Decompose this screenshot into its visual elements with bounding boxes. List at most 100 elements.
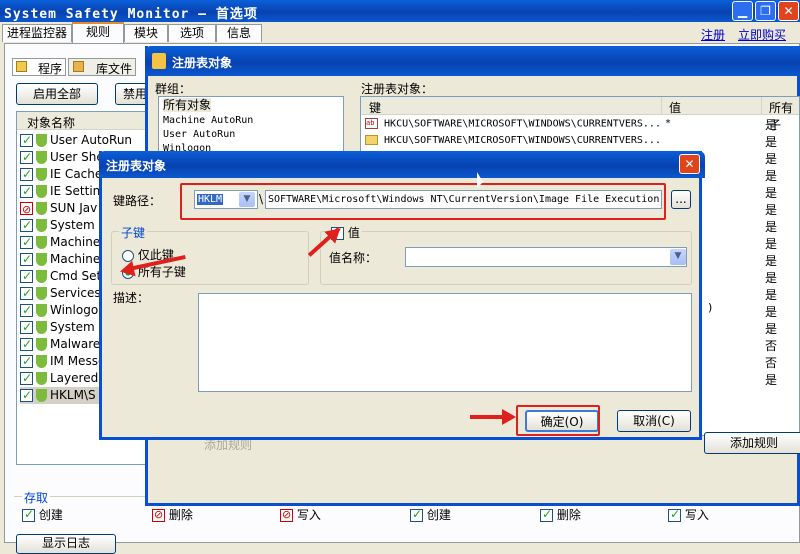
all-subkeys-cell: 是	[765, 237, 778, 251]
list-item-label: Machine	[50, 235, 101, 249]
all-subkeys-cell: 是	[765, 169, 778, 183]
browse-button[interactable]: ...	[671, 190, 691, 209]
value-name-select[interactable]: ▼	[405, 247, 687, 267]
access-right-option[interactable]: 创建	[410, 506, 451, 523]
checkbox-checked-icon[interactable]	[20, 336, 33, 353]
all-subkeys-cell: 是	[765, 373, 778, 387]
shield-icon	[36, 304, 47, 317]
shield-icon	[36, 389, 47, 402]
all-subkeys-cell: 否	[765, 356, 778, 370]
checkbox-checked-icon[interactable]	[20, 251, 33, 268]
all-subkeys-column: 是是是是是是是是是是是是是否否是	[765, 117, 795, 389]
checkbox-checked-icon[interactable]	[20, 370, 33, 387]
subtab-programs[interactable]: 程序	[12, 58, 66, 76]
blocked-icon[interactable]	[20, 201, 33, 217]
string-value-icon: ab	[365, 118, 378, 129]
group-item[interactable]: User AutoRun	[163, 128, 339, 142]
shield-icon	[36, 236, 47, 249]
checkbox-checked-icon[interactable]	[20, 285, 33, 302]
shield-icon	[36, 168, 47, 181]
description-label: 描述：	[113, 291, 150, 305]
checkbox-checked-icon	[668, 507, 681, 522]
tab-info[interactable]: 信息	[216, 24, 262, 42]
red-arrowhead-icon	[118, 260, 136, 280]
close-icon[interactable]: ✕	[778, 1, 799, 21]
column-value[interactable]: 值	[669, 99, 681, 116]
checkbox-checked-icon	[22, 507, 35, 522]
column-divider	[761, 97, 762, 115]
shield-icon	[36, 151, 47, 164]
list-item-label: Services	[50, 286, 101, 300]
main-window-title: System Safety Monitor — 首选项	[4, 7, 258, 22]
add-rule-button[interactable]: 添加规则	[704, 432, 800, 454]
buy-now-link[interactable]: 立即购买	[738, 26, 786, 43]
checkbox-checked-icon[interactable]	[20, 217, 33, 234]
red-arrow-icon	[470, 415, 506, 419]
checkbox-checked-icon	[410, 507, 423, 522]
objects-header: 键 值 所有子	[361, 97, 799, 132]
checkbox-checked-icon[interactable]	[20, 166, 33, 183]
checkbox-checked-icon[interactable]	[20, 132, 33, 149]
maximize-icon[interactable]: ❐	[755, 1, 776, 21]
checkbox-checked-icon[interactable]	[20, 319, 33, 336]
shield-icon	[36, 202, 47, 215]
subtab-programs-label: 程序	[38, 62, 63, 76]
group-item-all[interactable]: 所有对象	[163, 98, 212, 112]
register-link[interactable]: 注册	[701, 26, 725, 43]
column-key[interactable]: 键	[369, 99, 381, 116]
access-right-option[interactable]: 删除	[540, 506, 581, 523]
all-subkeys-cell: 是	[765, 203, 778, 217]
value-name-label: 值名称：	[329, 251, 378, 265]
group-label: 群组：	[155, 82, 192, 96]
table-row[interactable]: ab HKCU\SOFTWARE\MICROSOFT\WINDOWS\CURRE…	[365, 118, 795, 130]
table-row[interactable]: HKCU\SOFTWARE\MICROSOFT\WINDOWS\CURRENTV…	[365, 135, 795, 146]
all-subkeys-cell: 是	[765, 322, 778, 336]
tab-rules[interactable]: 规则	[72, 22, 124, 43]
enable-all-button[interactable]: 启用全部	[16, 83, 98, 105]
value-group: 值 值名称： ▼	[320, 224, 692, 285]
highlight-box-ok	[516, 405, 600, 436]
shield-icon	[36, 185, 47, 198]
list-item-label: Cmd Sett	[50, 269, 106, 283]
access-left-option[interactable]: 删除	[152, 506, 193, 523]
checkbox-checked-icon[interactable]	[20, 149, 33, 166]
list-item-label: SUN Jav	[50, 201, 98, 215]
all-subkeys-cell: 是	[765, 220, 778, 234]
checkbox-checked-icon[interactable]	[20, 353, 33, 370]
red-arrowhead-icon	[502, 409, 516, 425]
blocked-icon	[280, 508, 293, 522]
checkbox-checked-icon[interactable]	[20, 268, 33, 285]
all-subkeys-cell: 否	[765, 339, 778, 353]
access-option-label: 写入	[296, 508, 321, 522]
shield-icon	[36, 287, 47, 300]
list-item-label: IM Messe	[50, 354, 106, 368]
subtab-libraries[interactable]: 库文件	[68, 58, 136, 76]
list-item[interactable]: User AutoRun	[20, 132, 146, 149]
checkbox-checked-icon[interactable]	[20, 387, 33, 404]
group-item[interactable]: Machine AutoRun	[163, 114, 339, 128]
access-left-option[interactable]: 写入	[280, 506, 321, 523]
access-left-option[interactable]: 创建	[22, 506, 63, 523]
cancel-button[interactable]: 取消(C)	[617, 410, 691, 432]
dialog-close-icon[interactable]: ✕	[679, 154, 700, 174]
minimize-icon[interactable]: ▁	[732, 1, 753, 21]
list-item-label: Winlogon	[50, 303, 106, 317]
dialog-title: 注册表对象	[106, 159, 167, 173]
shield-icon	[36, 372, 47, 385]
description-textarea[interactable]	[198, 293, 692, 392]
checkbox-checked-icon[interactable]	[20, 234, 33, 251]
access-right-option[interactable]: 写入	[668, 506, 709, 523]
list-item-label: System	[50, 218, 95, 232]
access-option-label: 创建	[426, 508, 451, 522]
tab-modules[interactable]: 模块	[124, 24, 168, 42]
tab-options[interactable]: 选项	[168, 24, 216, 42]
tab-process-monitor[interactable]: 进程监控器	[2, 24, 72, 42]
blocked-icon	[152, 508, 165, 522]
checkbox-checked-icon[interactable]	[20, 302, 33, 319]
chevron-down-icon[interactable]: ▼	[670, 249, 686, 265]
list-header-label: 对象名称	[27, 116, 76, 130]
shield-icon	[36, 270, 47, 283]
show-log-button[interactable]: 显示日志	[16, 534, 116, 554]
shield-icon	[36, 355, 47, 368]
checkbox-checked-icon[interactable]	[20, 183, 33, 200]
